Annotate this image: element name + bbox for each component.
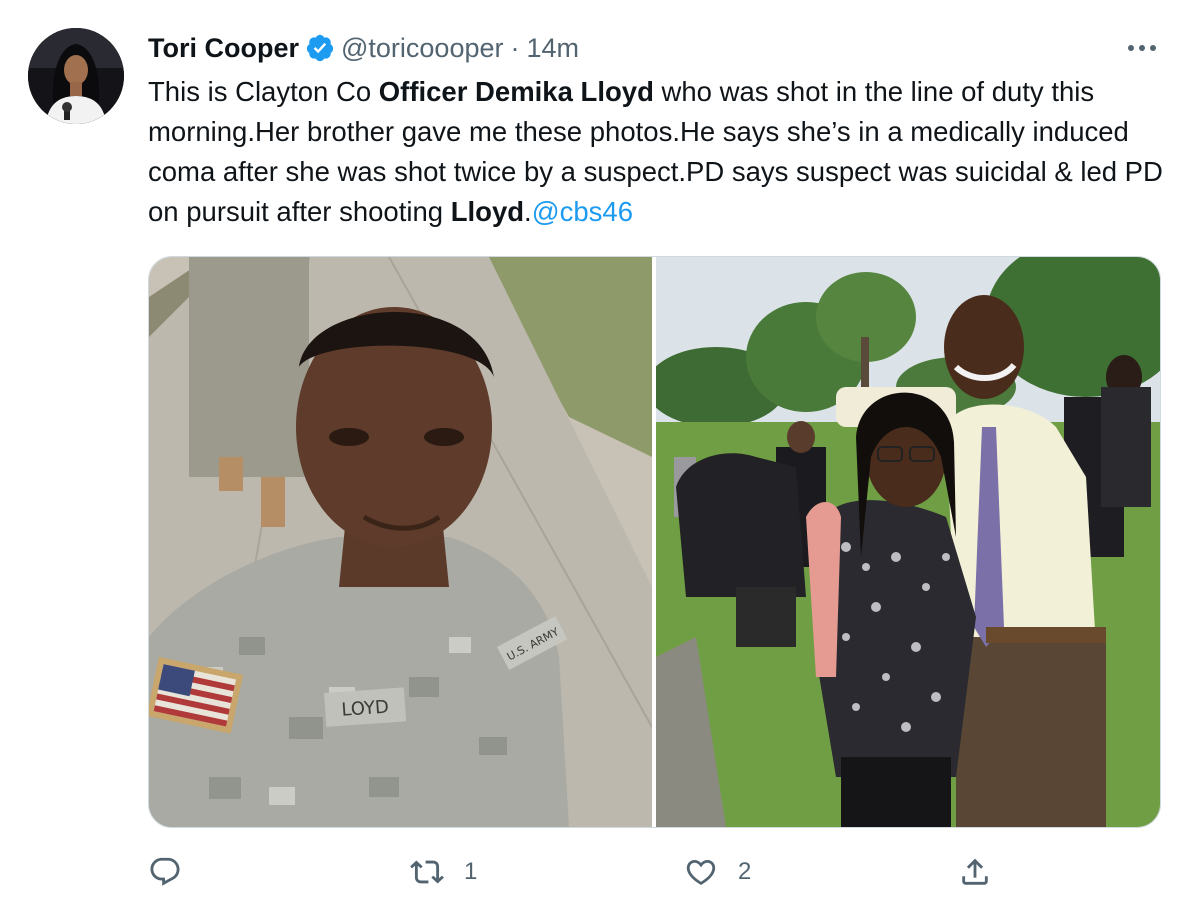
display-name[interactable]: Tori Cooper (148, 33, 299, 64)
name-tape-text: LOYD (341, 697, 390, 721)
photo-right-image (656, 257, 1160, 827)
text-segment: This is Clayton Co (148, 76, 379, 107)
reply-icon (150, 857, 180, 886)
retweet-count: 1 (464, 858, 478, 885)
more-dots-icon (1128, 45, 1156, 51)
more-options-button[interactable] (1124, 36, 1160, 60)
share-icon (962, 858, 988, 885)
photo-left-image: LOYD U.S. ARMY (149, 257, 652, 827)
like-button[interactable]: 2 (684, 848, 751, 896)
retweet-icon (410, 860, 444, 884)
photo-family[interactable] (656, 257, 1160, 827)
tweet-text: This is Clayton Co Officer Demika Lloyd … (148, 72, 1178, 232)
avatar-image (28, 28, 124, 124)
tweet-header: Tori Cooper @toricoooper · 14m (148, 30, 579, 66)
heart-icon (686, 859, 716, 885)
reply-button[interactable] (148, 848, 202, 896)
separator-dot: · (510, 32, 520, 63)
verified-badge-icon (306, 34, 334, 62)
photo-soldier-selfie[interactable]: LOYD U.S. ARMY (149, 257, 652, 827)
avatar[interactable] (28, 28, 124, 124)
handle[interactable]: @toricoooper (341, 33, 504, 64)
officer-name-bold: Officer Demika Lloyd (378, 76, 654, 107)
retweet-button[interactable]: 1 (410, 848, 477, 896)
timestamp[interactable]: 14m (527, 33, 580, 64)
mention-link[interactable]: @cbs46 (532, 196, 633, 227)
media-grid: LOYD U.S. ARMY (148, 256, 1161, 828)
share-button[interactable] (958, 848, 1012, 896)
tweet-actions: 1 2 (148, 848, 1178, 896)
text-segment: . (524, 196, 532, 227)
lloyd-bold: Lloyd (450, 196, 525, 227)
tweet: Tori Cooper @toricoooper · 14m This is C… (0, 0, 1204, 910)
like-count: 2 (738, 858, 752, 885)
